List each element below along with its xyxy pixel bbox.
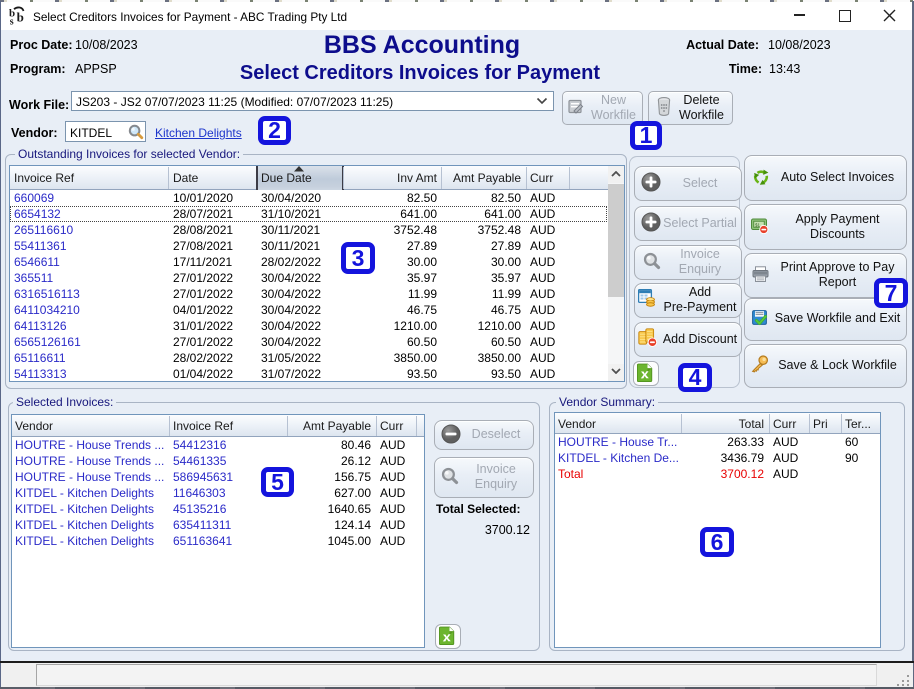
svg-text:b: b [17, 10, 24, 25]
svg-text:s: s [10, 17, 14, 26]
svg-text:$1: $1 [755, 222, 761, 227]
